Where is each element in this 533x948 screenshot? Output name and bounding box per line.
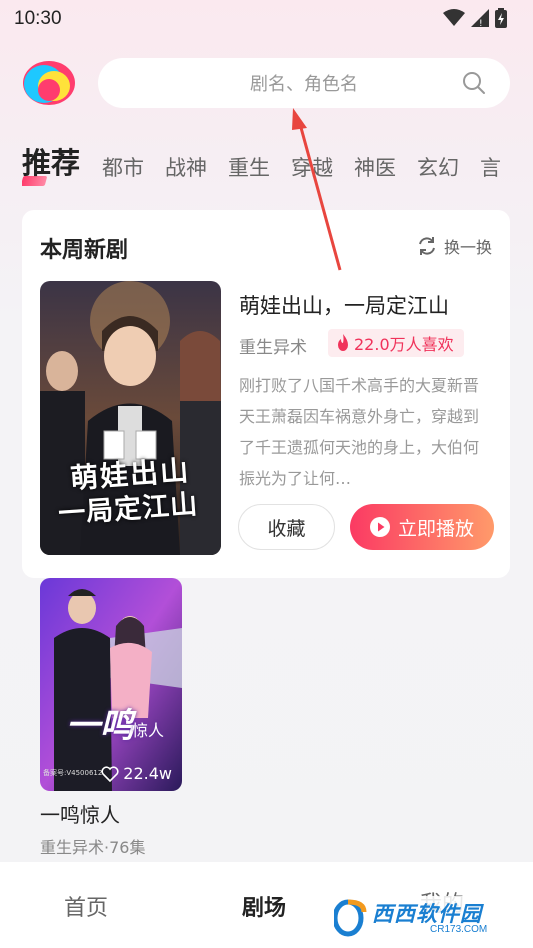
drama-meta: 重生异术·76集 — [40, 838, 146, 857]
play-label: 立即播放 — [397, 517, 474, 540]
drama-poster-art — [40, 578, 182, 791]
status-bar: 10:30 ! — [0, 0, 533, 36]
nav-theater[interactable]: 剧场 — [242, 890, 286, 922]
tab-miracle-doctor[interactable]: 神医 — [354, 152, 396, 182]
heart-icon — [101, 765, 119, 782]
signal-icon: ! — [471, 9, 489, 27]
search-bar[interactable]: 剧名、角色名 — [98, 58, 510, 108]
section-title: 本周新剧 — [40, 238, 129, 263]
flame-icon — [338, 334, 348, 351]
drama-poster[interactable]: 一鸣 惊人 备案号:V4500612 22.4w — [40, 578, 182, 791]
refresh-label: 换一换 — [443, 238, 492, 257]
tab-time-travel[interactable]: 穿越 — [291, 152, 333, 182]
search-placeholder[interactable]: 剧名、角色名 — [250, 70, 358, 96]
tab-recommend[interactable]: 推荐 — [22, 140, 81, 186]
drama-title[interactable]: 一鸣惊人 — [40, 799, 182, 828]
tab-fantasy[interactable]: 玄幻 — [417, 152, 459, 182]
likes-count: 22.0万人喜欢 — [354, 335, 454, 354]
featured-genre: 重生异术 — [239, 338, 307, 358]
weekly-new-card: 本周新剧 换一换 萌娃出山 一局定江山 萌娃出山，一局定江山 重生异术 22.0… — [22, 210, 510, 578]
featured-description: 刚打败了八国千术高手的大夏新晋天王萧磊因车祸意外身亡，穿越到了千王遗孤何天池的身… — [239, 376, 480, 488]
featured-title[interactable]: 萌娃出山，一局定江山 — [239, 290, 449, 320]
poster-credit: 备案号:V4500612 — [43, 769, 103, 777]
tab-rebirth[interactable]: 重生 — [228, 152, 270, 182]
wifi-icon — [443, 9, 465, 26]
collect-button[interactable]: 收藏 — [238, 504, 335, 550]
tab-urban[interactable]: 都市 — [102, 152, 144, 182]
search-icon[interactable] — [462, 71, 486, 95]
nav-home[interactable]: 首页 — [64, 890, 108, 922]
drama-card[interactable]: 一鸣 惊人 备案号:V4500612 22.4w 一鸣惊人 重生异术·76集 — [40, 578, 182, 858]
favorites-value: 22.4w — [123, 764, 172, 783]
collect-label: 收藏 — [267, 517, 306, 540]
featured-poster[interactable]: 萌娃出山 一局定江山 — [40, 281, 221, 555]
svg-text:!: ! — [479, 19, 483, 27]
likes-badge: 22.0万人喜欢 — [328, 329, 464, 357]
status-icons: ! — [443, 8, 507, 28]
poster-title-big: 一鸣 — [66, 706, 134, 746]
refresh-button[interactable]: 换一换 — [416, 234, 492, 258]
tab-label: 推荐 — [22, 146, 81, 180]
tab-romance[interactable]: 言 — [480, 152, 501, 182]
poster-title-small: 惊人 — [132, 721, 165, 740]
watermark-logo: 西西软件园 CR173.COM — [332, 896, 518, 938]
watermark-line2: CR173.COM — [430, 924, 488, 935]
status-time: 10:30 — [14, 8, 62, 29]
refresh-icon — [419, 237, 435, 255]
tab-war-god[interactable]: 战神 — [165, 152, 207, 182]
favorites-count: 22.4w — [101, 764, 172, 783]
play-icon — [369, 517, 390, 537]
category-tabs: 推荐 都市 战神 重生 穿越 神医 玄幻言 — [22, 140, 533, 190]
play-now-button[interactable]: 立即播放 — [350, 504, 494, 550]
battery-icon — [495, 8, 507, 28]
app-logo — [23, 61, 75, 105]
